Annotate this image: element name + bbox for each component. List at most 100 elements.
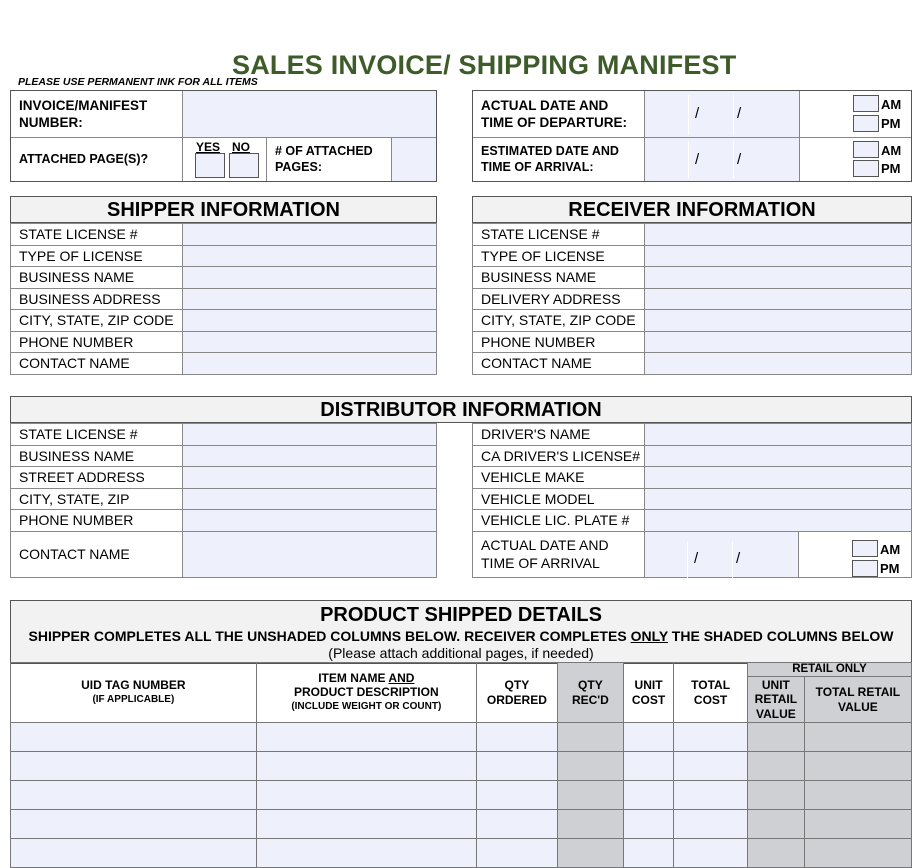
qty-ordered-cell[interactable] xyxy=(475,838,558,868)
arrival-estimate-slash-1: / xyxy=(695,151,700,168)
arrival-estimate-am-checkbox[interactable] xyxy=(853,141,879,158)
distributor-state-license-field[interactable] xyxy=(182,423,437,446)
uid-cell[interactable] xyxy=(10,809,257,839)
qty-ordered-cell[interactable] xyxy=(475,780,558,810)
receiver-business-name-field[interactable] xyxy=(644,266,912,289)
qty-recd-cell[interactable] xyxy=(556,809,624,839)
distributor-business-name-field[interactable] xyxy=(182,444,437,467)
receiver-license-type-field[interactable] xyxy=(644,244,912,267)
distributor-phone-field[interactable] xyxy=(182,509,437,532)
distributor-city-state-zip-field[interactable] xyxy=(182,487,437,510)
qty-recd-cell[interactable] xyxy=(556,838,624,868)
unit-retail-cell[interactable] xyxy=(746,751,805,781)
unit-cost-cell[interactable] xyxy=(622,809,675,839)
invoice-number-label: INVOICE/MANIFEST NUMBER: xyxy=(19,98,148,130)
driver-row-label: VEHICLE MAKE xyxy=(472,466,645,489)
total-retail-cell[interactable] xyxy=(803,809,913,839)
total-retail-cell[interactable] xyxy=(803,838,913,868)
distributor-row-label: CONTACT NAME xyxy=(10,530,183,578)
shipper-contact-field[interactable] xyxy=(182,352,437,375)
col-unit-retail: UNIT RETAIL VALUE xyxy=(746,676,805,723)
item-cell[interactable] xyxy=(255,751,477,781)
driver-name-field[interactable] xyxy=(644,423,912,446)
vehicle-make-field[interactable] xyxy=(644,466,912,489)
product-table: UID TAG NUMBER (IF APPLICABLE) ITEM NAME… xyxy=(10,662,913,868)
total-retail-cell[interactable] xyxy=(803,722,913,752)
shipper-business-address-field[interactable] xyxy=(182,287,437,310)
arrival-estimate-pm-checkbox[interactable] xyxy=(853,160,879,177)
item-cell[interactable] xyxy=(255,838,477,868)
distributor-row-label: STREET ADDRESS xyxy=(10,466,183,489)
arrival-estimate-date-field[interactable] xyxy=(645,138,799,181)
uid-cell[interactable] xyxy=(10,722,257,752)
total-retail-cell[interactable] xyxy=(803,751,913,781)
uid-cell[interactable] xyxy=(10,751,257,781)
departure-date-field[interactable] xyxy=(645,91,799,138)
receiver-row-label: BUSINESS NAME xyxy=(472,266,645,289)
qty-ordered-cell[interactable] xyxy=(475,751,558,781)
qty-ordered-cell[interactable] xyxy=(475,809,558,839)
col-uid-sub: (IF APPLICABLE) xyxy=(92,693,175,705)
num-attached-label: # OF ATTACHED PAGES: xyxy=(275,144,373,174)
num-attached-field[interactable] xyxy=(392,138,436,181)
no-checkbox[interactable] xyxy=(229,153,259,178)
uid-cell[interactable] xyxy=(10,838,257,868)
departure-slash-2: / xyxy=(737,105,742,122)
attached-pages-label: ATTACHED PAGE(S)? xyxy=(19,152,149,166)
distributor-contact-field[interactable] xyxy=(182,530,437,578)
unit-retail-cell[interactable] xyxy=(746,780,805,810)
actual-arrival-pm-checkbox[interactable] xyxy=(852,560,878,577)
total-retail-cell[interactable] xyxy=(803,780,913,810)
departure-am-checkbox[interactable] xyxy=(853,95,879,112)
unit-cost-cell[interactable] xyxy=(622,838,675,868)
total-cost-cell[interactable] xyxy=(673,751,748,781)
receiver-phone-field[interactable] xyxy=(644,330,912,353)
receiver-delivery-address-field[interactable] xyxy=(644,287,912,310)
receiver-contact-field[interactable] xyxy=(644,352,912,375)
vehicle-model-field[interactable] xyxy=(644,487,912,510)
total-cost-cell[interactable] xyxy=(673,780,748,810)
actual-arrival-am-checkbox[interactable] xyxy=(852,540,878,557)
shipper-row-label: TYPE OF LICENSE xyxy=(10,244,183,267)
shipper-table: STATE LICENSE # TYPE OF LICENSE BUSINESS… xyxy=(10,223,437,375)
vehicle-plate-field[interactable] xyxy=(644,509,912,532)
departure-pm-checkbox[interactable] xyxy=(853,115,879,132)
receiver-row-label: CONTACT NAME xyxy=(472,352,645,375)
arrival-estimate-am-label: AM xyxy=(881,143,902,158)
invoice-number-field[interactable] xyxy=(183,91,436,138)
receiver-row-label: PHONE NUMBER xyxy=(472,330,645,353)
unit-cost-cell[interactable] xyxy=(622,751,675,781)
shipper-state-license-field[interactable] xyxy=(182,223,437,246)
item-cell[interactable] xyxy=(255,780,477,810)
col-item-and: AND xyxy=(388,670,415,685)
driver-license-field[interactable] xyxy=(644,444,912,467)
qty-recd-cell[interactable] xyxy=(556,780,624,810)
shipper-phone-field[interactable] xyxy=(182,330,437,353)
shipper-license-type-field[interactable] xyxy=(182,244,437,267)
total-cost-cell[interactable] xyxy=(673,809,748,839)
unit-retail-cell[interactable] xyxy=(746,722,805,752)
receiver-state-license-field[interactable] xyxy=(644,223,912,246)
driver-row-label: VEHICLE LIC. PLATE # xyxy=(472,509,645,532)
receiver-city-state-zip-field[interactable] xyxy=(644,309,912,332)
uid-cell[interactable] xyxy=(10,780,257,810)
yes-checkbox[interactable] xyxy=(195,153,225,178)
table-row xyxy=(10,751,913,781)
product-instructions: SHIPPER COMPLETES ALL THE UNSHADED COLUM… xyxy=(11,627,911,645)
qty-recd-cell[interactable] xyxy=(556,751,624,781)
item-cell[interactable] xyxy=(255,809,477,839)
total-cost-cell[interactable] xyxy=(673,838,748,868)
unit-retail-cell[interactable] xyxy=(746,838,805,868)
distributor-street-address-field[interactable] xyxy=(182,466,437,489)
item-cell[interactable] xyxy=(255,722,477,752)
shipper-business-name-field[interactable] xyxy=(182,266,437,289)
qty-ordered-cell[interactable] xyxy=(475,722,558,752)
shipper-city-state-zip-field[interactable] xyxy=(182,309,437,332)
qty-recd-cell[interactable] xyxy=(556,722,624,752)
total-cost-cell[interactable] xyxy=(673,722,748,752)
unit-cost-cell[interactable] xyxy=(622,780,675,810)
unit-retail-cell[interactable] xyxy=(746,809,805,839)
actual-arrival-date-field[interactable] xyxy=(644,530,799,578)
unit-cost-cell[interactable] xyxy=(622,722,675,752)
table-row xyxy=(10,838,913,868)
